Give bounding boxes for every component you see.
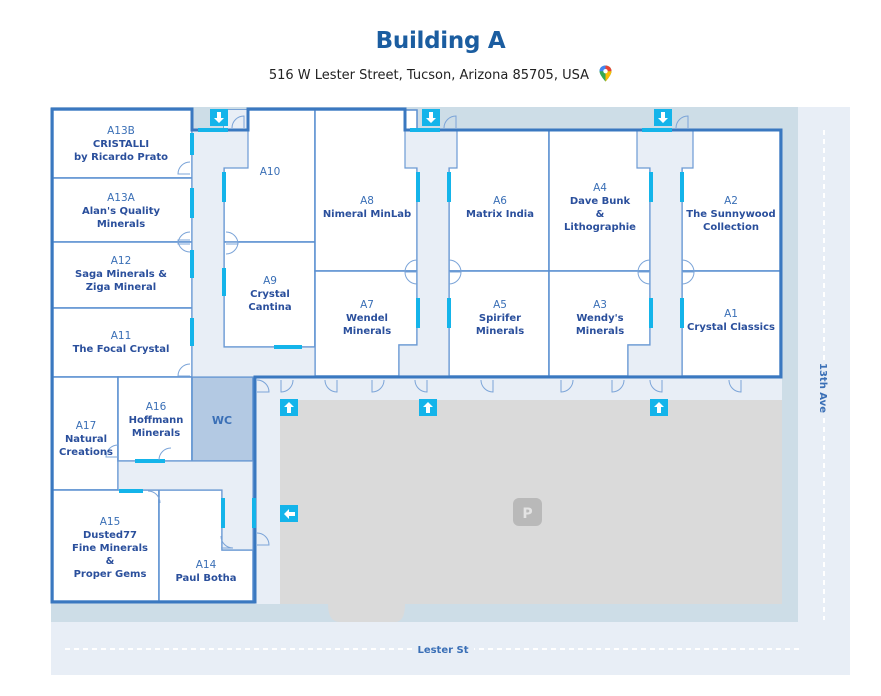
room-label-A10: A10	[260, 166, 281, 178]
room-name: Matrix India	[466, 209, 534, 220]
parking-icon: P	[513, 498, 542, 526]
room-name: Hoffmann	[129, 415, 184, 426]
street-label-13th-ave: 13th Ave	[817, 363, 828, 413]
room-name: Wendy's	[576, 313, 623, 324]
room-name: Paul Botha	[176, 573, 237, 584]
room-name: Lithographie	[564, 222, 636, 233]
room-name: Crystal	[250, 289, 290, 300]
arrow-left-icon	[280, 505, 298, 522]
room-A8[interactable]	[314, 109, 418, 272]
street-label-lester: Lester St	[417, 645, 468, 656]
room-name: Wendel	[346, 313, 388, 324]
room-name: Alan's Quality	[82, 206, 161, 217]
room-name: &	[596, 209, 605, 220]
room-name: Minerals	[343, 326, 391, 337]
room-name: Minerals	[97, 219, 145, 230]
room-name: Natural	[65, 434, 107, 445]
room-id: A2	[724, 195, 738, 207]
room-name: Minerals	[132, 428, 180, 439]
room-name: &	[106, 556, 115, 567]
arrow-down-icon	[210, 109, 228, 126]
room-name: Spirifer	[479, 313, 521, 324]
arrow-up-icon	[650, 399, 668, 416]
room-name: Crystal Classics	[687, 322, 775, 333]
room-id: A11	[111, 330, 132, 342]
room-name: Minerals	[476, 326, 524, 337]
room-id: A16	[146, 401, 167, 413]
arrow-down-icon	[654, 109, 672, 126]
room-id: A10	[260, 166, 281, 178]
room-id: A3	[593, 299, 607, 311]
room-name: The Focal Crystal	[73, 344, 170, 355]
room-name: Nimeral MinLab	[323, 209, 411, 220]
wc-label: WC	[212, 414, 232, 427]
room-id: A12	[111, 255, 132, 267]
room-id: A1	[724, 308, 738, 320]
room-id: A13B	[107, 125, 135, 137]
room-A11[interactable]	[52, 307, 193, 378]
room-id: A6	[493, 195, 507, 207]
room-id: A9	[263, 275, 277, 287]
room-name: Minerals	[576, 326, 624, 337]
room-name: The Sunnywood	[686, 209, 775, 220]
room-name: CRISTALLI	[93, 139, 149, 150]
room-name: Dave Bunk	[570, 196, 631, 207]
arrow-down-icon	[422, 109, 440, 126]
room-name: by Ricardo Prato	[74, 152, 168, 163]
room-name: Creations	[59, 447, 113, 458]
arrow-up-icon	[419, 399, 437, 416]
svg-text:P: P	[522, 506, 532, 522]
room-name: Saga Minerals &	[75, 269, 167, 280]
room-name: Dusted77	[83, 530, 137, 541]
room-name: Proper Gems	[74, 569, 147, 580]
room-name: Collection	[703, 222, 759, 233]
floor-plan: P WC A13B CRISTALLI by Ricardo Prato A13A Al…	[50, 107, 850, 675]
arrow-up-icon	[280, 399, 298, 416]
room-id: A14	[196, 559, 217, 571]
room-id: A7	[360, 299, 374, 311]
room-name: Ziga Mineral	[86, 282, 156, 293]
room-id: A8	[360, 195, 374, 207]
room-id: A17	[76, 420, 97, 432]
room-id: A4	[593, 182, 607, 194]
room-id: A5	[493, 299, 507, 311]
room-id: A13A	[107, 192, 136, 204]
room-name: Cantina	[248, 302, 291, 313]
room-name: Fine Minerals	[72, 543, 148, 554]
room-id: A15	[100, 516, 121, 528]
